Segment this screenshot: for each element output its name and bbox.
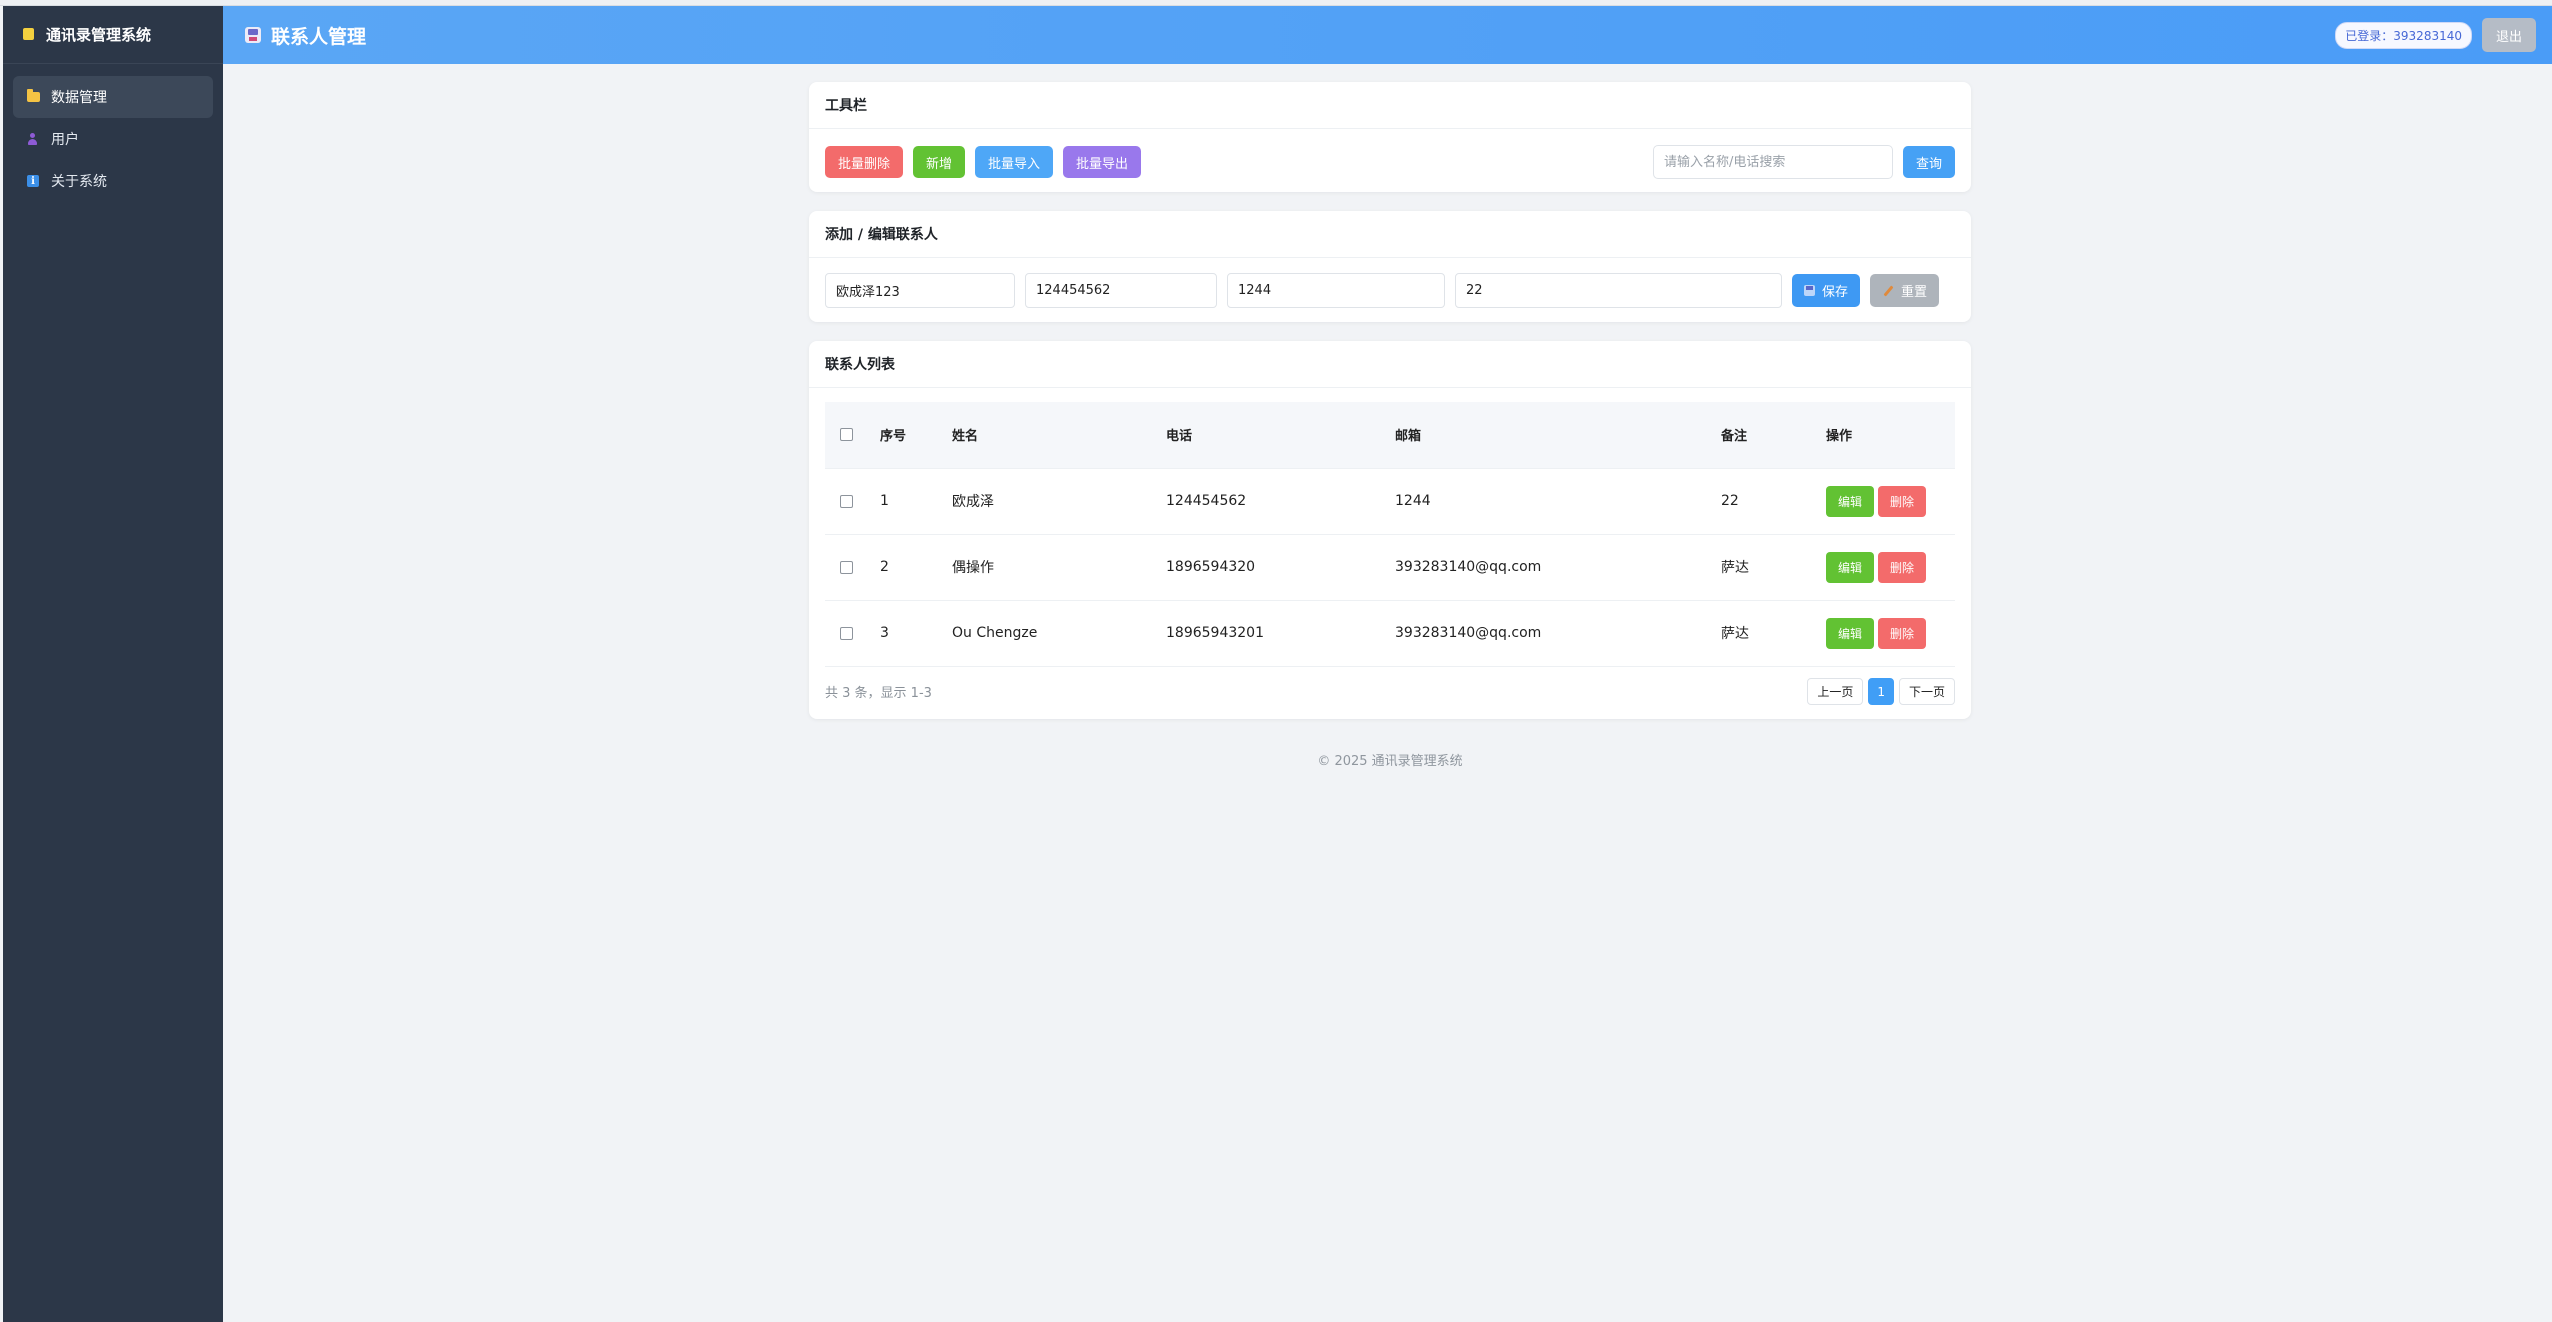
- sidebar-item-users[interactable]: 用户: [13, 118, 213, 160]
- cell-email: 393283140@qq.com: [1395, 533, 1721, 600]
- sidebar-item-label: 用户: [51, 132, 79, 148]
- toolbar-row: 批量删除 新增 批量导入 批量导出 查询: [809, 129, 1971, 179]
- page-footer: © 2025 通讯录管理系统: [1317, 754, 1463, 769]
- folder-icon: [27, 89, 47, 102]
- batch-import-button[interactable]: 批量导入: [975, 146, 1054, 178]
- cell-note: 22: [1721, 467, 1826, 534]
- logout-button[interactable]: 退出: [2482, 18, 2536, 52]
- row-checkbox[interactable]: [840, 626, 853, 640]
- select-all-cell: [825, 402, 880, 468]
- page-number-button[interactable]: 1: [1868, 678, 1894, 705]
- sidebar-item-label: 数据管理: [51, 90, 107, 106]
- cell-email: 393283140@qq.com: [1395, 599, 1721, 667]
- sidebar-item-label: 关于系统: [51, 174, 107, 190]
- search-input[interactable]: [1652, 145, 1893, 179]
- sidebar-nav: 数据管理 用户 i 关于系统: [3, 64, 223, 214]
- contact-list-panel: 联系人列表 序号 姓名 电话 邮箱 备注 操作 1 欧成泽 124454562 …: [809, 341, 1971, 719]
- cell-no: 3: [880, 599, 952, 667]
- cell-name: Ou Chengze: [952, 599, 1166, 667]
- login-status-badge: 已登录：393283140: [2335, 21, 2472, 49]
- top-header: 联系人管理 已登录：393283140 退出: [223, 6, 2552, 64]
- row-select-cell: [825, 599, 880, 667]
- phone-field[interactable]: [1025, 273, 1217, 308]
- pencil-icon: [1882, 285, 1894, 297]
- delete-row-button[interactable]: 删除: [1878, 485, 1927, 517]
- toolbar-title: 工具栏: [809, 82, 1971, 129]
- delete-row-button[interactable]: 删除: [1878, 551, 1927, 583]
- name-field[interactable]: [825, 273, 1015, 308]
- cell-actions: 编辑 删除: [1826, 533, 1955, 600]
- floppy-disk-icon: [1804, 285, 1815, 296]
- save-label: 保存: [1822, 285, 1849, 300]
- sidebar-item-data-management[interactable]: 数据管理: [13, 76, 213, 118]
- table-row: 3 Ou Chengze 18965943201 393283140@qq.co…: [825, 599, 1955, 667]
- edit-contact-panel: 添加 / 编辑联系人 保存 重置: [809, 211, 1971, 322]
- page-title: 联系人管理: [245, 22, 366, 49]
- cell-name: 欧成泽: [952, 467, 1166, 534]
- table-row: 1 欧成泽 124454562 1244 22 编辑 删除: [825, 467, 1955, 534]
- save-button[interactable]: 保存: [1792, 274, 1861, 307]
- cell-actions: 编辑 删除: [1826, 599, 1955, 667]
- cell-phone: 124454562: [1166, 467, 1395, 534]
- batch-delete-button[interactable]: 批量删除: [825, 146, 904, 178]
- info-icon: i: [27, 175, 47, 187]
- edit-row-button[interactable]: 编辑: [1826, 485, 1875, 517]
- toolbar-panel: 工具栏 批量删除 新增 批量导入 批量导出 查询: [809, 82, 1971, 192]
- column-header: 邮箱: [1395, 429, 1422, 445]
- pagination: 上一页 1 下一页: [1802, 678, 1955, 705]
- brand-title: 通讯录管理系统: [46, 26, 152, 44]
- reset-label: 重置: [1901, 285, 1928, 300]
- delete-row-button[interactable]: 删除: [1878, 617, 1927, 649]
- sidebar-brand: 通讯录管理系统: [3, 6, 223, 64]
- record-count: 共 3 条，显示 1-3: [825, 686, 932, 701]
- sidebar-item-about[interactable]: i 关于系统: [13, 160, 213, 202]
- search-button[interactable]: 查询: [1902, 146, 1955, 178]
- cell-note: 萨达: [1721, 599, 1826, 667]
- column-header: 电话: [1166, 429, 1193, 445]
- email-field[interactable]: [1227, 273, 1445, 308]
- page-title-text: 联系人管理: [271, 25, 367, 48]
- cell-note: 萨达: [1721, 533, 1826, 600]
- cell-email: 1244: [1395, 467, 1721, 534]
- column-header: 姓名: [952, 429, 979, 445]
- contact-table: 序号 姓名 电话 邮箱 备注 操作 1 欧成泽 124454562 1244 2…: [825, 402, 1955, 667]
- row-select-cell: [825, 533, 880, 600]
- edit-contact-title: 添加 / 编辑联系人: [809, 211, 1971, 258]
- note-field[interactable]: [1455, 273, 1782, 308]
- edit-row-button[interactable]: 编辑: [1826, 617, 1875, 649]
- column-header: 备注: [1721, 429, 1748, 445]
- reset-button[interactable]: 重置: [1870, 274, 1940, 307]
- row-select-cell: [825, 467, 880, 534]
- table-wrapper: 序号 姓名 电话 邮箱 备注 操作 1 欧成泽 124454562 1244 2…: [825, 402, 1955, 667]
- table-footer: 共 3 条，显示 1-3 上一页 1 下一页: [809, 667, 1971, 717]
- cell-no: 1: [880, 467, 952, 534]
- edit-row-button[interactable]: 编辑: [1826, 551, 1875, 583]
- select-all-checkbox[interactable]: [840, 428, 853, 442]
- next-page-button[interactable]: 下一页: [1898, 678, 1955, 705]
- table-header-row: 序号 姓名 电话 邮箱 备注 操作: [825, 402, 1955, 468]
- add-button[interactable]: 新增: [913, 146, 966, 178]
- row-checkbox[interactable]: [840, 494, 853, 508]
- notebook-icon: [23, 26, 34, 44]
- sidebar: 通讯录管理系统 数据管理 用户 i 关于系统: [3, 6, 223, 1322]
- cell-actions: 编辑 删除: [1826, 467, 1955, 534]
- user-icon: [27, 132, 47, 146]
- table-row: 2 偶操作 1896594320 393283140@qq.com 萨达 编辑删…: [825, 533, 1955, 600]
- cell-no: 2: [880, 533, 952, 600]
- cell-phone: 1896594320: [1166, 533, 1395, 600]
- row-checkbox[interactable]: [840, 560, 853, 574]
- cell-phone: 18965943201: [1166, 599, 1395, 667]
- column-header: 操作: [1826, 429, 1853, 445]
- prev-page-button[interactable]: 上一页: [1807, 678, 1864, 705]
- edit-form-row: 保存 重置: [809, 258, 1971, 308]
- cell-name: 偶操作: [952, 533, 1166, 600]
- contact-list-title: 联系人列表: [809, 341, 1971, 388]
- header-right: 已登录：393283140 退出: [2335, 18, 2536, 52]
- contact-card-icon: [245, 27, 261, 43]
- column-header: 序号: [880, 429, 907, 445]
- batch-export-button[interactable]: 批量导出: [1063, 146, 1142, 178]
